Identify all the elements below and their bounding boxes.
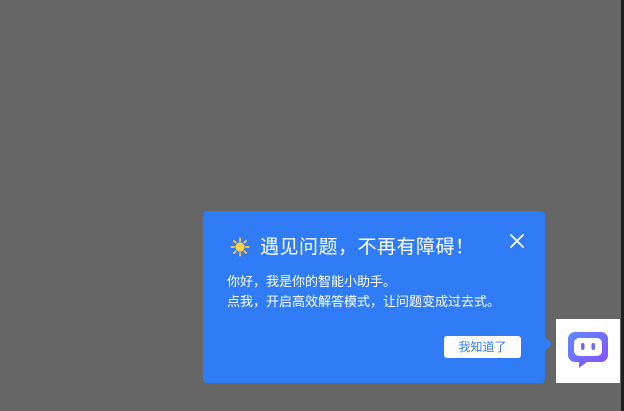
close-icon	[510, 234, 524, 248]
popup-message-line-1: 你好，我是你的智能小助手。	[227, 275, 397, 290]
popup-pointer	[545, 337, 552, 351]
assistant-intro-popup: 遇见问题，不再有障碍！ 你好，我是你的智能小助手。 点我，开启高效解答模式，让问…	[203, 211, 552, 383]
sun-icon	[230, 237, 250, 257]
popup-header: 遇见问题，不再有障碍！	[230, 235, 475, 259]
got-it-button[interactable]: 我知道了	[444, 336, 521, 358]
popup-message-line-2: 点我，开启高效解答模式，让问题变成过去式。	[227, 295, 501, 310]
close-button[interactable]	[507, 231, 527, 251]
popup-title: 遇见问题，不再有障碍！	[260, 236, 475, 258]
popup-message: 你好，我是你的智能小助手。 点我，开启高效解答模式，让问题变成过去式。	[227, 273, 500, 313]
assistant-launcher-button[interactable]	[556, 319, 620, 383]
chat-bubble-icon	[568, 332, 608, 368]
